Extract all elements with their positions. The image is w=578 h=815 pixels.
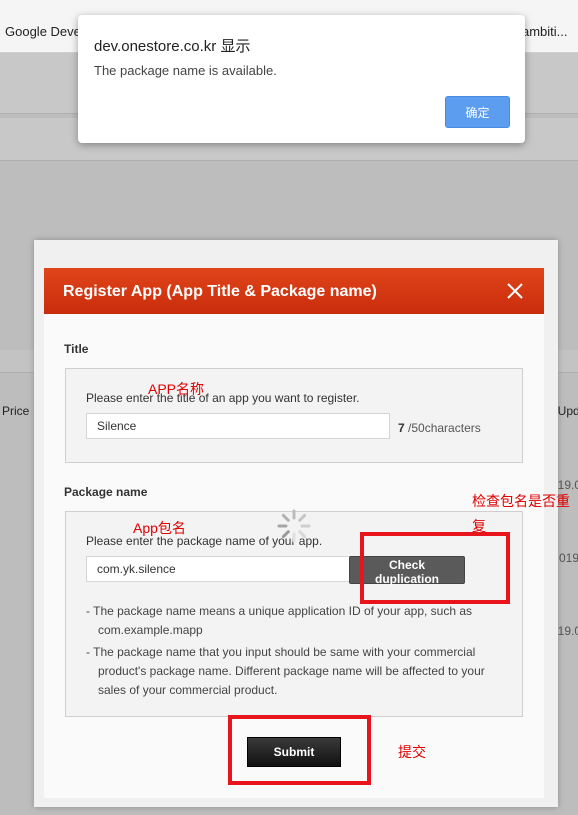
background-col-price: Price — [2, 404, 30, 418]
package-note-line: com.example.mapp — [98, 623, 203, 637]
alert-ok-button[interactable]: 确定 — [445, 96, 510, 128]
modal-header: Register App (App Title & Package name) — [44, 268, 544, 314]
annotation-app-package: App包名 — [133, 520, 186, 536]
alert-title: dev.onestore.co.kr 显示 — [94, 38, 251, 55]
package-note: - The package name means a unique applic… — [86, 602, 496, 640]
bookmark-google-developers[interactable]: Google Deve — [5, 24, 81, 39]
package-name-input[interactable] — [86, 556, 364, 582]
title-section-label: Title — [64, 342, 89, 356]
app-title-input[interactable] — [86, 413, 390, 439]
close-icon[interactable] — [504, 280, 526, 302]
browser-alert-dialog: dev.onestore.co.kr 显示 The package name i… — [78, 15, 525, 143]
title-char-count: 7 — [398, 421, 405, 435]
modal-title: Register App (App Title & Package name) — [63, 283, 377, 300]
alert-message: The package name is available. — [94, 63, 277, 78]
annotation-highlight-check-button — [360, 532, 510, 604]
title-char-counter: 7 /50characters — [398, 421, 481, 435]
package-note-line: sales of your commercial product. — [98, 683, 278, 697]
annotation-app-name: APP名称 — [148, 381, 205, 397]
background-row-date: 019.0 — [559, 551, 578, 565]
package-section-label: Package name — [64, 485, 148, 499]
loading-spinner-icon — [277, 509, 311, 543]
package-note-line: product's package name. Different packag… — [98, 664, 485, 678]
title-hint: Please enter the title of an app you wan… — [86, 391, 360, 405]
annotation-check-duplication: 检查包名是否重 — [472, 493, 570, 509]
bookmark-item[interactable]: ambiti... — [522, 24, 568, 39]
title-section-box: Please enter the title of an app you wan… — [65, 368, 523, 463]
package-note-line: - The package name means a unique applic… — [86, 604, 473, 618]
package-note: - The package name that you input should… — [86, 643, 496, 700]
package-note-line: - The package name that you input should… — [86, 645, 476, 659]
title-char-limit: /50characters — [408, 421, 481, 435]
annotation-submit: 提交 — [398, 744, 426, 760]
annotation-highlight-submit-button — [228, 715, 371, 785]
